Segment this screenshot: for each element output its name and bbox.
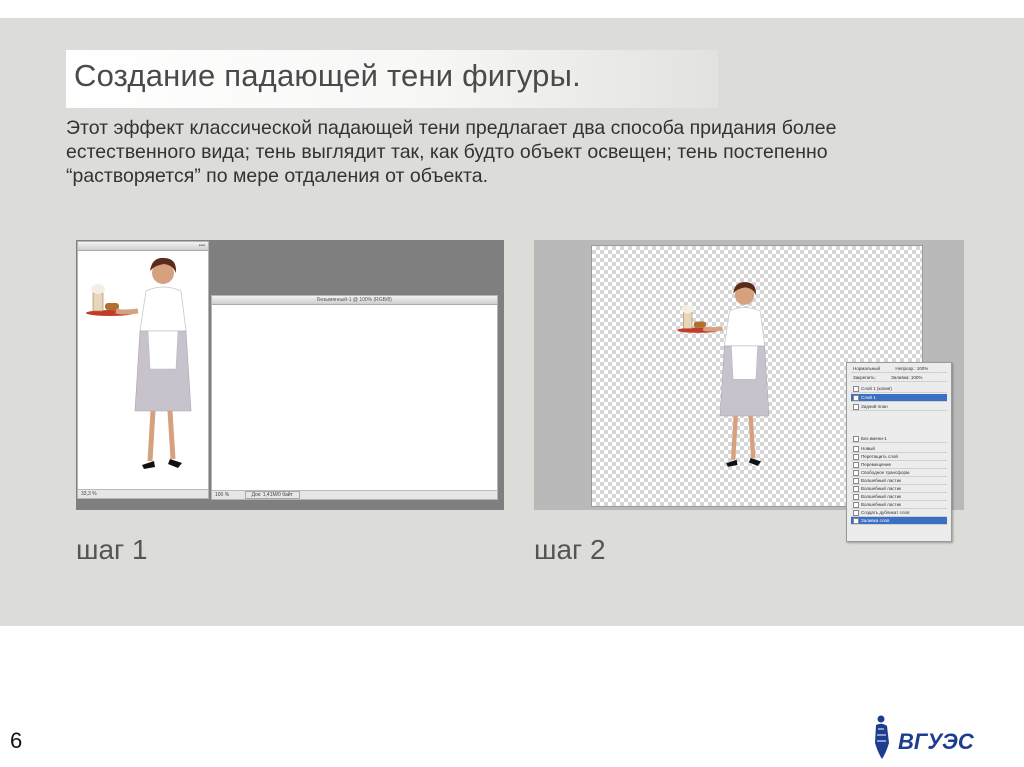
waitress-photo	[86, 257, 192, 469]
history-step-icon	[853, 486, 859, 492]
history-step-icon	[853, 478, 859, 484]
new-document-window: Безымянный-1 @ 100% (RGB/8) 100 % Док: 1…	[211, 295, 498, 500]
history-step-icon	[853, 510, 859, 516]
layer-row[interactable]: Слой 1 (копия)	[851, 385, 947, 393]
layer-thumbnail	[853, 395, 859, 401]
history-item[interactable]: Перетащить слой	[851, 453, 947, 461]
history-step-icon	[853, 462, 859, 468]
history-title: Без имени-1	[861, 436, 887, 441]
history-step-icon	[853, 494, 859, 500]
history-item[interactable]: Волшебный ластик	[851, 485, 947, 493]
history-item-label: Новый	[861, 446, 875, 451]
slide-title: Создание падающей тени фигуры.	[74, 58, 581, 93]
history-step-icon	[853, 502, 859, 508]
logo-emblem-icon	[875, 715, 889, 759]
lock-label: Закрепить:	[853, 375, 876, 380]
history-item-label: Перетащить слой	[861, 454, 898, 459]
page-number: 6	[10, 728, 23, 753]
step1-screenshot: ▪▪▪ 33,3 % Безымянный-1 @ 100% (RGB/8) 1…	[76, 240, 504, 510]
history-item-label: Свободное трансформ.	[861, 470, 911, 475]
history-step-icon	[853, 470, 859, 476]
history-item-label: Создать дубликат слоя	[861, 510, 910, 515]
history-item[interactable]: Перемещение	[851, 461, 947, 469]
layer-name: Задний план	[861, 404, 888, 409]
doc-size: Док: 1,41M/0 байт	[244, 491, 300, 499]
history-item[interactable]: Свободное трансформ.	[851, 469, 947, 477]
vguas-logo: ВГУЭС	[868, 713, 988, 761]
layer-name: Слой 1 (копия)	[861, 386, 892, 391]
history-item[interactable]: Новый	[851, 445, 947, 453]
window-titlebar: ▪▪▪	[78, 242, 208, 251]
waitress-cutout	[677, 282, 770, 467]
blend-mode-row[interactable]: Нормальный Непрозр.: 100%	[851, 365, 947, 373]
history-item[interactable]: Волшебный ластик	[851, 493, 947, 501]
history-item-label: Перемещение	[861, 462, 891, 467]
layer-thumbnail	[853, 404, 859, 410]
history-item[interactable]: Волшебный ластик	[851, 501, 947, 509]
zoom-level: 100 %	[215, 492, 230, 498]
blend-mode[interactable]: Нормальный	[853, 366, 880, 371]
history-item-label: Заливка слоя	[861, 518, 890, 523]
history-item-selected[interactable]: Заливка слоя	[851, 517, 947, 525]
history-step-icon	[853, 446, 859, 452]
window-status-bar: 33,3 %	[78, 489, 208, 498]
lock-row: Закрепить: Заливка: 100%	[851, 374, 947, 382]
source-image-window: ▪▪▪ 33,3 %	[77, 241, 209, 499]
layer-name: Слой 1	[861, 395, 876, 400]
opacity-value[interactable]: Непрозр.: 100%	[895, 366, 928, 371]
history-step-icon	[853, 454, 859, 460]
logo-wordmark: ВГУЭС	[898, 729, 975, 754]
history-step-icon	[853, 518, 859, 524]
history-item[interactable]: Волшебный ластик	[851, 477, 947, 485]
step-1-label: шаг 1	[76, 534, 148, 565]
snapshot-thumbnail	[853, 436, 859, 442]
window-titlebar: Безымянный-1 @ 100% (RGB/8)	[212, 296, 497, 305]
layer-row-selected[interactable]: Слой 1	[851, 394, 947, 402]
history-item-label: Волшебный ластик	[861, 494, 902, 499]
history-item-label: Волшебный ластик	[861, 478, 902, 483]
history-item[interactable]: Создать дубликат слоя	[851, 509, 947, 517]
history-item-label: Волшебный ластик	[861, 486, 902, 491]
history-item-label: Волшебный ластик	[861, 502, 902, 507]
step-2-label: шаг 2	[534, 534, 606, 565]
history-snapshot[interactable]: Без имени-1	[851, 435, 947, 443]
fill-value[interactable]: Заливка: 100%	[891, 375, 922, 380]
layer-thumbnail	[853, 386, 859, 392]
window-status-bar: 100 % Док: 1,41M/0 байт	[212, 490, 497, 499]
layer-row[interactable]: Задний план	[851, 403, 947, 411]
slide-description: Этот эффект классической падающей тени п…	[66, 117, 837, 187]
logo-text: ВГУЭС	[898, 729, 975, 754]
layers-palette: Нормальный Непрозр.: 100% Закрепить: Зал…	[846, 362, 952, 542]
